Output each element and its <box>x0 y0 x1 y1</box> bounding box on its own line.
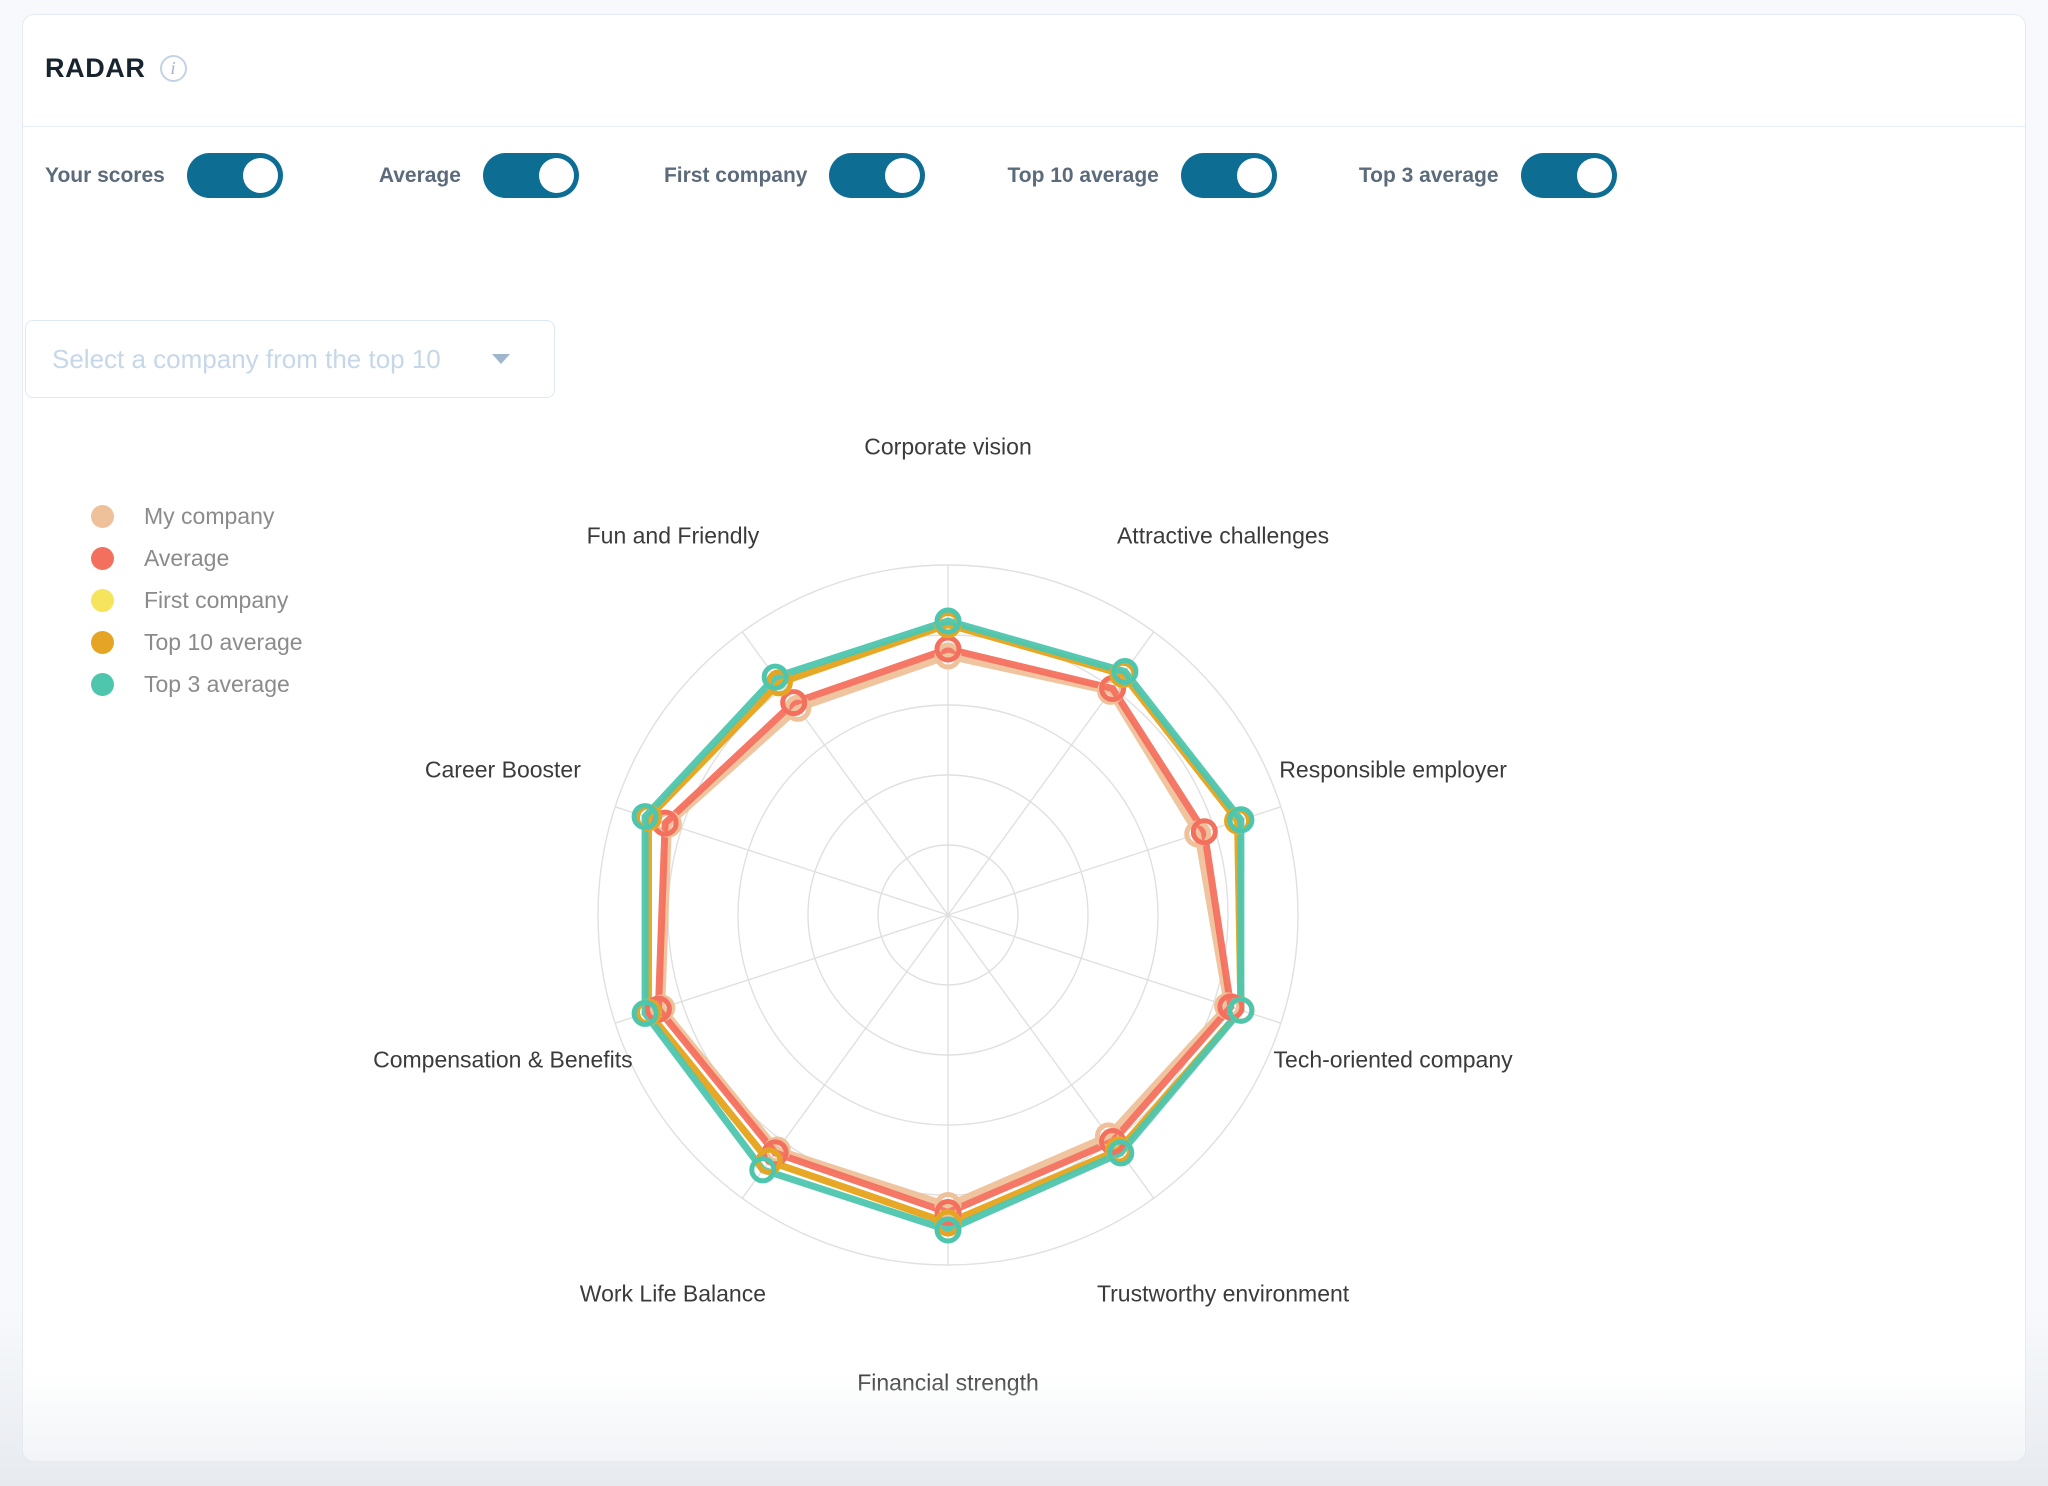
legend-label: First company <box>144 586 289 613</box>
toggle-switch[interactable] <box>1180 153 1277 198</box>
info-icon[interactable]: i <box>159 55 187 82</box>
toggle-first-company[interactable]: First company <box>664 153 926 198</box>
toggle-switch[interactable] <box>482 153 579 198</box>
axis-label-tech-oriented-company: Tech-oriented company <box>1273 1046 1513 1073</box>
toggle-knob <box>1576 158 1612 193</box>
axis-label-corporate-vision: Corporate vision <box>864 433 1032 460</box>
company-select[interactable]: Select a company from the top 10 <box>25 320 555 398</box>
legend-item[interactable]: My company <box>91 495 303 537</box>
toggle-label: Top 10 average <box>1007 163 1159 187</box>
legend-color-dot <box>91 588 114 612</box>
toggle-knob <box>538 158 574 193</box>
axis-label-career-booster: Career Booster <box>424 756 581 783</box>
legend-color-dot <box>91 546 114 570</box>
toggle-your-scores[interactable]: Your scores <box>45 153 283 198</box>
axis-label-attractive-challenges: Attractive challenges <box>1116 522 1330 549</box>
axis-label-fun-and-friendly: Fun and Friendly <box>586 522 760 549</box>
legend-label: Top 10 average <box>144 628 303 655</box>
axis-label-responsible-employer: Responsible employer <box>1279 756 1507 783</box>
toggle-top-10-average[interactable]: Top 10 average <box>1007 153 1277 198</box>
toggle-switch[interactable] <box>829 153 926 198</box>
radar-chart: Corporate vision Attractive challenges Res… <box>353 434 1703 1405</box>
axis-label-financial-strength: Financial strength <box>857 1369 1039 1396</box>
axis-label-trustworthy-environment: Trustworthy environment <box>1096 1280 1350 1307</box>
toggle-label: First company <box>663 163 808 187</box>
legend-label: Top 3 average <box>144 670 290 697</box>
page-title: RADAR <box>45 53 146 83</box>
radar-card: RADAR i Your scores Average First company T… <box>22 14 2026 1462</box>
legend-item[interactable]: Average <box>91 537 303 579</box>
axis-label-compensation-benefits: Compensation & Benefits <box>373 1046 633 1073</box>
toggle-knob <box>885 158 921 193</box>
page-background: RADAR i Your scores Average First company T… <box>0 0 2048 1486</box>
legend-label: My company <box>144 502 275 529</box>
toggle-switch[interactable] <box>1520 153 1617 198</box>
toggle-label: Average <box>378 163 461 187</box>
legend-color-dot <box>91 504 114 528</box>
toggle-knob <box>242 158 278 193</box>
card-header: RADAR i <box>23 15 2025 127</box>
company-select-placeholder: Select a company from the top 10 <box>52 343 441 374</box>
legend-color-dot <box>91 672 114 696</box>
toggle-label: Top 3 average <box>1358 163 1499 187</box>
chart-legend: My company Average First company Top 10 ave… <box>91 495 303 705</box>
toggle-label: Your scores <box>45 163 165 187</box>
toggle-row: Your scores Average First company Top 10 av… <box>45 153 1617 198</box>
axis-label-work-life-balance: Work Life Balance <box>579 1280 767 1307</box>
chevron-down-icon <box>492 354 510 364</box>
toggle-knob <box>1236 158 1272 193</box>
legend-item[interactable]: Top 3 average <box>91 663 303 705</box>
toggle-top-3-average[interactable]: Top 3 average <box>1359 153 1617 198</box>
toggle-average[interactable]: Average <box>379 153 579 198</box>
legend-item[interactable]: Top 10 average <box>91 621 303 663</box>
legend-label: Average <box>144 544 230 571</box>
legend-item[interactable]: First company <box>91 579 303 621</box>
radar-chart-svg <box>597 564 1299 1266</box>
legend-color-dot <box>91 630 114 654</box>
toggle-switch[interactable] <box>186 153 283 198</box>
